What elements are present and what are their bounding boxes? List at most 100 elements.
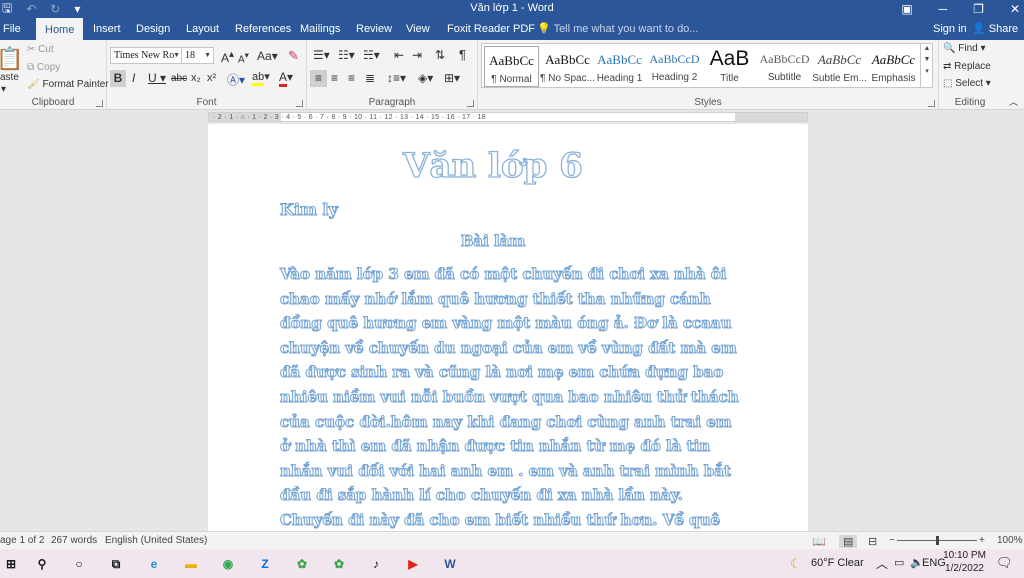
sort-icon[interactable]: ⇅ xyxy=(435,48,445,62)
font-name-combo[interactable]: Times New Ro ▼ xyxy=(110,47,183,64)
clear-formatting-icon[interactable]: ✎ xyxy=(288,48,299,64)
font-size-combo[interactable]: 18 ▼ xyxy=(181,47,214,64)
subscript-button[interactable]: x₂ xyxy=(191,72,201,84)
search-icon[interactable]: ⚲ xyxy=(31,553,53,575)
zoom-slider-thumb[interactable] xyxy=(936,536,939,545)
zoom-level[interactable]: 100% xyxy=(997,535,1023,546)
align-center-icon[interactable]: ≡ xyxy=(331,71,338,85)
style-title[interactable]: AaB Title xyxy=(702,46,757,87)
line-spacing-icon[interactable]: ↕≡▾ xyxy=(387,71,406,85)
style-heading-2[interactable]: AaBbCcD Heading 2 xyxy=(647,46,702,87)
style-heading-1[interactable]: AaBbCc Heading 1 xyxy=(592,46,647,87)
paste-icon[interactable]: 📋 xyxy=(0,46,23,72)
tab-mailings[interactable]: Mailings xyxy=(300,18,340,40)
read-mode-icon[interactable]: 📖 xyxy=(812,535,826,548)
collapse-ribbon-icon[interactable]: ︿ xyxy=(1009,95,1018,108)
page-count[interactable]: age 1 of 2 xyxy=(0,535,44,546)
youtube-icon[interactable]: ▶ xyxy=(402,553,424,575)
cut-button[interactable]: ✂ Cut xyxy=(27,44,54,55)
language-status[interactable]: English (United States) xyxy=(105,535,207,546)
style-emphasis[interactable]: AaBbCc Emphasis xyxy=(866,46,921,87)
document-page[interactable]: Văn lớp 6 Kim ly Bài làm Vào năm lớp 3 e… xyxy=(208,124,808,531)
minimize-icon[interactable]: ─ xyxy=(939,2,948,16)
scroll-up-icon[interactable]: ▲ xyxy=(921,45,933,52)
change-case-button[interactable]: Aa▾ xyxy=(257,49,278,63)
font-color-button[interactable]: A▾ xyxy=(279,70,293,87)
print-layout-icon[interactable]: ▤ xyxy=(839,535,858,548)
clock-date[interactable]: 1/2/2022 xyxy=(942,563,987,574)
scroll-down-icon[interactable]: ▼ xyxy=(921,56,933,63)
green-app-icon[interactable]: ✿ xyxy=(291,553,313,575)
tab-layout[interactable]: Layout xyxy=(186,18,219,40)
zoom-out-icon[interactable]: − xyxy=(889,535,895,546)
battery-icon[interactable]: ▭ xyxy=(894,556,904,569)
tiktok-icon[interactable]: ♪ xyxy=(365,553,387,575)
bullets-icon[interactable]: ☰▾ xyxy=(313,48,330,62)
sign-in-link[interactable]: Sign in xyxy=(933,18,967,40)
paragraph-launcher-icon[interactable] xyxy=(467,100,474,107)
tell-me-box[interactable]: 💡 Tell me what you want to do... xyxy=(537,18,698,40)
tab-foxit-reader-pdf[interactable]: Foxit Reader PDF xyxy=(447,18,535,40)
text-effects-button[interactable]: Ⓐ▾ xyxy=(227,71,245,88)
font-launcher-icon[interactable] xyxy=(296,100,303,107)
tab-references[interactable]: References xyxy=(235,18,291,40)
justify-icon[interactable]: ≣ xyxy=(365,71,375,85)
find-button[interactable]: 🔍 Find ▾ xyxy=(943,43,986,54)
tab-file[interactable]: File xyxy=(3,18,21,40)
tab-home[interactable]: Home xyxy=(36,18,84,40)
italic-button[interactable]: I xyxy=(132,71,135,85)
chrome-icon[interactable]: ◉ xyxy=(217,553,239,575)
windows-start-icon[interactable]: ⊞ xyxy=(0,553,22,575)
bold-button[interactable]: B xyxy=(110,70,126,87)
edge-icon[interactable]: e xyxy=(143,553,165,575)
ribbon-display-icon[interactable]: ▣ xyxy=(901,2,912,16)
web-layout-icon[interactable]: ⊟ xyxy=(868,535,877,548)
more-styles-icon[interactable]: ▾ xyxy=(921,67,933,75)
style-no-spacing[interactable]: AaBbCc ¶ No Spac... xyxy=(540,46,595,87)
shrink-font-button[interactable]: A▾ xyxy=(238,50,249,65)
tab-design[interactable]: Design xyxy=(136,18,170,40)
green-app-2-icon[interactable]: ✿ xyxy=(328,553,350,575)
tab-insert[interactable]: Insert xyxy=(93,18,121,40)
clipboard-launcher-icon[interactable] xyxy=(96,100,103,107)
format-painter-button[interactable]: 🖌 Format Painter xyxy=(27,79,109,90)
multilevel-list-icon[interactable]: ☵▾ xyxy=(363,48,380,62)
decrease-indent-icon[interactable]: ⇤ xyxy=(394,48,404,62)
style-normal[interactable]: AaBbCc ¶ Normal xyxy=(484,46,539,87)
styles-launcher-icon[interactable] xyxy=(928,100,935,107)
superscript-button[interactable]: x² xyxy=(207,72,216,84)
highlight-button[interactable]: ab▾ xyxy=(252,70,270,86)
file-explorer-icon[interactable]: ▬ xyxy=(180,553,202,575)
restore-icon[interactable]: ❐ xyxy=(973,2,984,16)
increase-indent-icon[interactable]: ⇥ xyxy=(412,48,422,62)
numbering-icon[interactable]: ☷▾ xyxy=(338,48,355,62)
shading-icon[interactable]: ◈▾ xyxy=(418,71,433,85)
align-left-icon[interactable]: ≡ xyxy=(310,70,327,87)
style-subtitle[interactable]: AaBbCcD Subtitle xyxy=(757,46,812,87)
strikethrough-button[interactable]: abc xyxy=(171,73,187,84)
notifications-icon[interactable]: 🗨 xyxy=(996,555,1013,571)
show-hidden-icons-icon[interactable]: ︿ xyxy=(876,555,888,572)
zoom-in-icon[interactable]: + xyxy=(979,535,985,546)
task-view-icon[interactable]: ⧉ xyxy=(105,553,127,575)
underline-button[interactable]: U ▾ xyxy=(148,71,166,85)
zalo-icon[interactable]: Z xyxy=(254,553,276,575)
tab-view[interactable]: View xyxy=(406,18,430,40)
horizontal-ruler[interactable]: · 2 · 1 · ⌂ · 1 · 2 · 3 · 4 · 5 · 6 · 7 … xyxy=(208,112,808,122)
close-icon[interactable]: ✕ xyxy=(1010,2,1020,16)
grow-font-button[interactable]: A▴ xyxy=(221,49,234,65)
show-formatting-button[interactable]: ¶ xyxy=(459,47,466,62)
paste-button[interactable]: aste xyxy=(0,72,19,83)
borders-icon[interactable]: ⊞▾ xyxy=(444,71,460,85)
replace-button[interactable]: ⇄ Replace xyxy=(943,61,991,72)
align-right-icon[interactable]: ≡ xyxy=(348,71,355,85)
tab-review[interactable]: Review xyxy=(356,18,392,40)
style-subtle-emphasis[interactable]: AaBbCc Subtle Em... xyxy=(812,46,867,87)
styles-gallery-scroll[interactable]: ▲ ▼ ▾ xyxy=(920,43,933,88)
cortana-icon[interactable]: ○ xyxy=(68,553,90,575)
clock-time[interactable]: 10:10 PM xyxy=(942,550,987,561)
paste-dropdown-icon[interactable]: ▾ xyxy=(1,84,6,95)
share-button[interactable]: 👤 Share xyxy=(972,18,1018,40)
select-button[interactable]: ⬚ Select ▾ xyxy=(943,78,991,89)
copy-button[interactable]: ⧉ Copy xyxy=(27,62,60,73)
